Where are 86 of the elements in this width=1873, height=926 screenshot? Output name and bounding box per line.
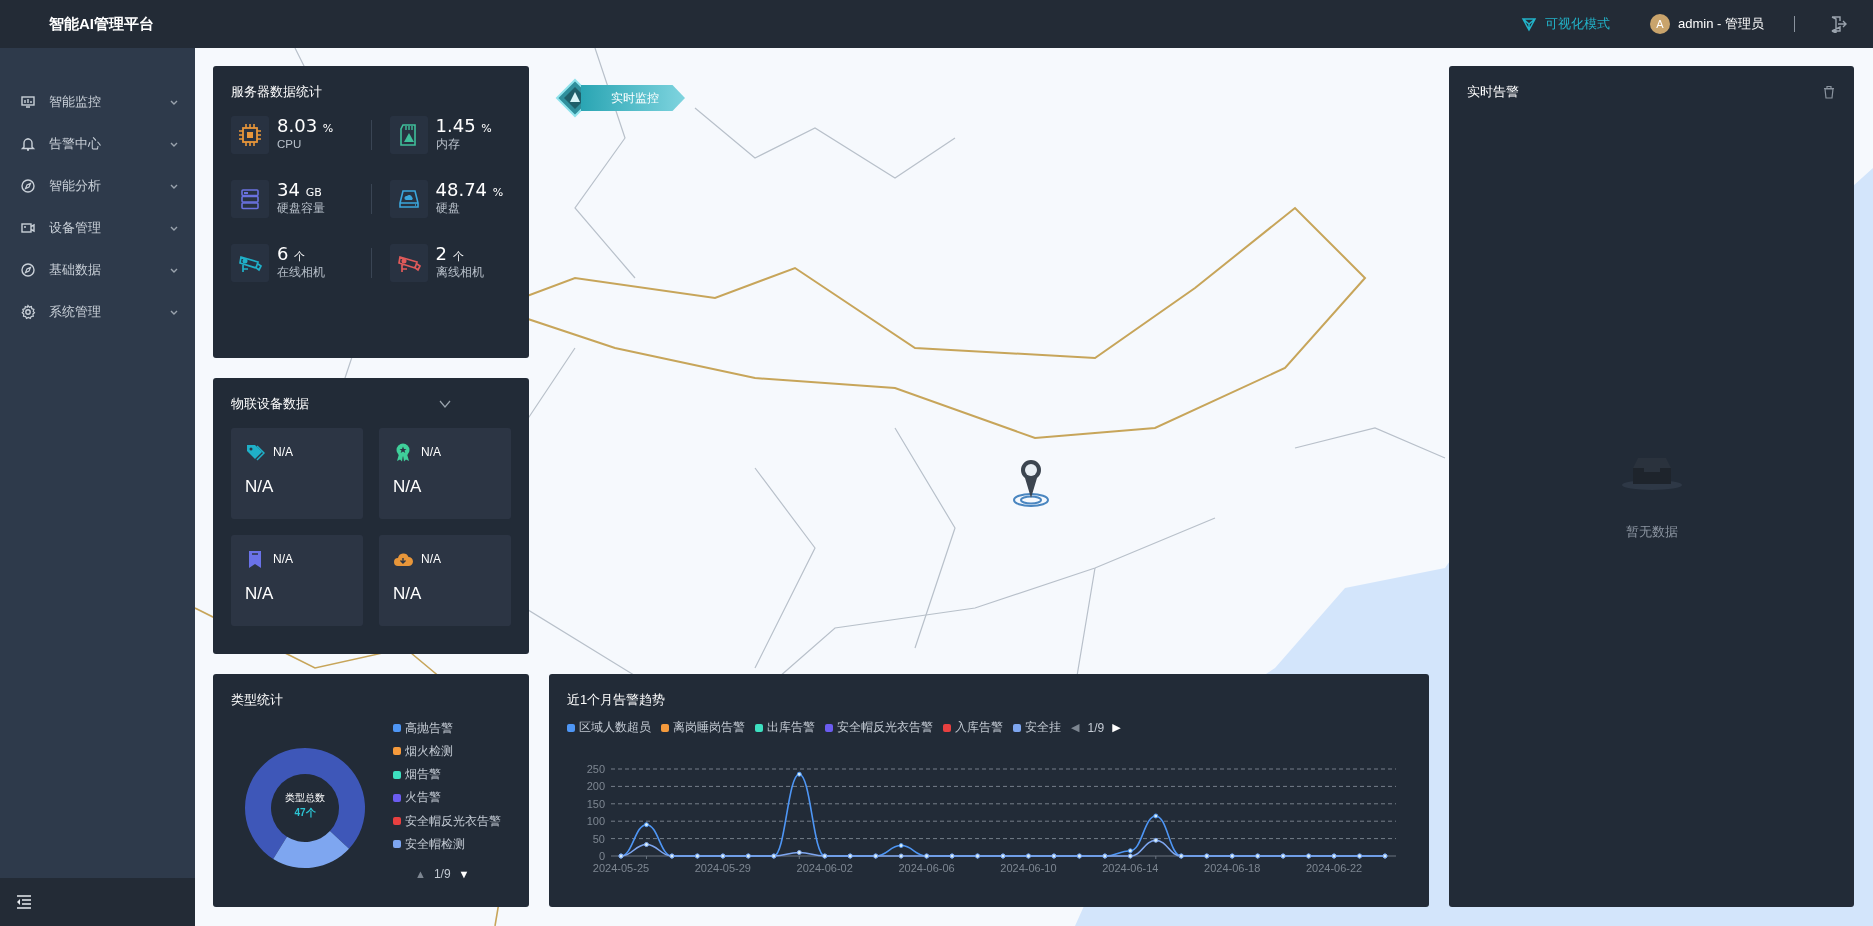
axis-label: 2024-06-14 xyxy=(1102,861,1159,874)
axis-label: 250 xyxy=(586,762,605,775)
total-label: 类型总数 xyxy=(285,790,325,805)
settings-icon xyxy=(20,304,36,320)
stat-value: 1.45 % xyxy=(435,115,492,136)
data-point xyxy=(796,771,802,777)
device-value: N/A xyxy=(393,582,423,605)
stat-label: 内存 xyxy=(435,136,461,152)
device-name: N/A xyxy=(421,550,441,568)
legend-label: 高抛告警 xyxy=(405,720,453,736)
empty-message: 暂无数据 xyxy=(1625,522,1678,541)
device-value: N/A xyxy=(245,475,275,498)
user-name[interactable]: admin - 管理员 xyxy=(1678,14,1764,34)
axis-label: 200 xyxy=(586,779,605,792)
chevron-down-icon[interactable] xyxy=(439,398,451,409)
stat-label: 硬盘容量 xyxy=(277,200,325,216)
compass-icon xyxy=(20,178,36,194)
legend-label: 火告警 xyxy=(405,790,441,806)
stat-label: 硬盘 xyxy=(435,200,461,216)
axis-label: 100 xyxy=(586,814,605,827)
panel-title: 物联设备数据 xyxy=(231,395,309,413)
sidebar-item[interactable]: 设备管理 xyxy=(0,207,195,249)
panel-title: 实时告警 xyxy=(1467,83,1519,101)
data-point xyxy=(898,853,904,858)
data-point xyxy=(898,842,904,848)
page-indicator: 1/9 xyxy=(433,866,451,883)
compass-icon xyxy=(20,262,36,278)
sidebar-item[interactable]: 告警中心 xyxy=(0,123,195,165)
legend-label: 烟告警 xyxy=(405,767,441,782)
legend-label: 出库告警 xyxy=(767,719,815,735)
device-value: N/A xyxy=(245,582,275,605)
sidebar-item[interactable]: 基础数据 xyxy=(0,249,195,291)
collapse-menu-icon[interactable] xyxy=(16,895,32,909)
sidebar-item[interactable]: 智能监控 xyxy=(0,81,195,123)
axis-label: 0 xyxy=(598,849,605,862)
device-value: N/A xyxy=(393,475,423,498)
next-page-button[interactable]: ▼ xyxy=(458,868,470,880)
stat-label: 离线相机 xyxy=(435,264,484,280)
logout-icon[interactable] xyxy=(1829,15,1847,33)
legend-label: 安全帽反光衣告警 xyxy=(837,719,933,735)
next-page-button[interactable]: ▶ xyxy=(1112,722,1121,733)
stat-value: 8.03 % xyxy=(277,115,334,136)
data-point xyxy=(1153,837,1159,843)
sidebar-item[interactable]: 智能分析 xyxy=(0,165,195,207)
filter-icon xyxy=(1521,16,1538,32)
stat-label: 在线相机 xyxy=(277,264,325,280)
data-point xyxy=(796,849,802,855)
monitor-icon xyxy=(20,94,36,110)
axis-label: 2024-05-25 xyxy=(592,861,650,874)
trash-icon[interactable] xyxy=(1822,84,1836,99)
bell-icon xyxy=(20,136,36,152)
panel-title: 服务器数据统计 xyxy=(231,83,323,101)
axis-label: 2024-06-02 xyxy=(796,861,853,874)
page-indicator: 1/9 xyxy=(1087,719,1105,737)
axis-label: 50 xyxy=(592,832,605,845)
device-name: N/A xyxy=(273,443,293,461)
axis-label: 2024-06-18 xyxy=(1204,861,1261,874)
axis-label: 2024-06-10 xyxy=(1000,861,1057,874)
sidebar-item[interactable]: 系统管理 xyxy=(0,291,195,333)
legend-label: 安全挂 xyxy=(1025,719,1061,735)
stat-value: 2 个 xyxy=(435,243,465,264)
data-point xyxy=(643,821,649,827)
data-point xyxy=(1153,813,1159,818)
axis-label: 2024-06-22 xyxy=(1305,861,1363,874)
axis-label: 150 xyxy=(586,797,605,810)
device-name: N/A xyxy=(421,443,441,461)
stat-value: 6 个 xyxy=(277,243,307,264)
axis-label: 2024-05-29 xyxy=(694,861,751,874)
app-title: 智能AI管理平台 xyxy=(49,13,154,34)
stat-value: 48.74 % xyxy=(435,179,504,200)
legend-label: 安全帽检测 xyxy=(405,836,465,852)
mode-link[interactable]: 可视化模式 xyxy=(1521,14,1611,34)
legend-label: 区域人数超员 xyxy=(579,719,651,735)
legend-label: 烟火检测 xyxy=(405,743,453,759)
legend-label: 入库告警 xyxy=(955,719,1003,735)
axis-label: 2024-06-06 xyxy=(898,861,955,874)
data-point xyxy=(643,841,649,847)
total-count: 47个 xyxy=(294,805,316,820)
panel-title: 近1个月告警趋势 xyxy=(567,691,667,709)
stat-value: 34 GB xyxy=(277,179,323,200)
camera-icon xyxy=(20,220,36,236)
panel-title: 类型统计 xyxy=(231,691,284,709)
device-name: N/A xyxy=(273,550,293,568)
stat-label: CPU xyxy=(277,136,303,152)
legend-label: 安全帽反光衣告警 xyxy=(405,813,501,829)
legend-label: 离岗睡岗告警 xyxy=(673,719,745,735)
